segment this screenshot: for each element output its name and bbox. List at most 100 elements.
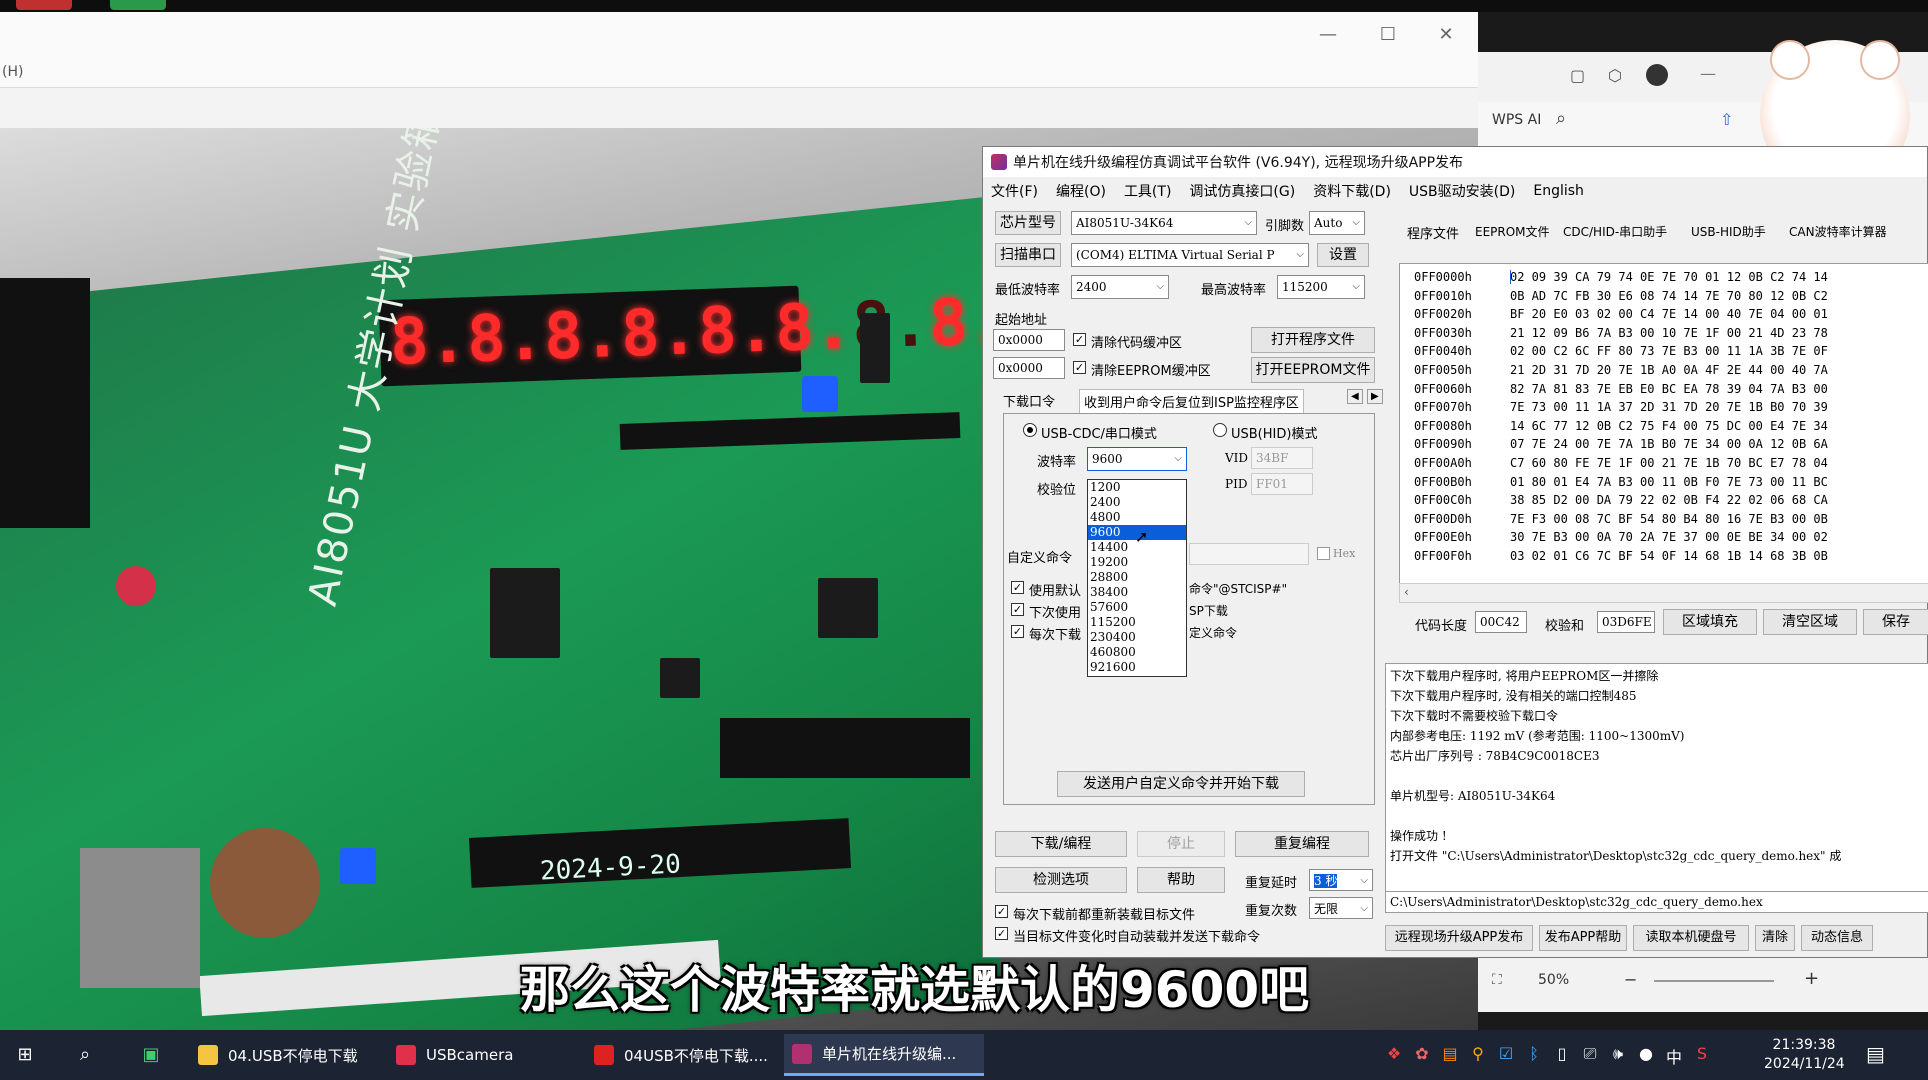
fill-area-button[interactable]: 区域填充: [1663, 609, 1757, 635]
hex-row[interactable]: 0FF0000h 02 09 39 CA 79 74 0E 7E 70 01 12…: [1414, 270, 1928, 289]
repeat-delay-select[interactable]: 3 秒 ⌵: [1309, 869, 1373, 891]
next-use-checkbox[interactable]: ✓: [1011, 603, 1024, 616]
tray-app-icon[interactable]: ✿: [1412, 1044, 1432, 1068]
maximize-button[interactable]: ☐: [1368, 22, 1408, 48]
tray-app-icon[interactable]: ❖: [1384, 1044, 1404, 1068]
search-icon[interactable]: ⌕: [1556, 108, 1566, 129]
ime-indicator[interactable]: 中: [1664, 1044, 1684, 1068]
chip-model-button[interactable]: 芯片型号: [995, 211, 1061, 235]
hex-row[interactable]: 0FF00D0h 7E F3 00 08 7C BF 54 80 B4 80 16…: [1414, 512, 1928, 531]
pid-input[interactable]: FF01: [1251, 473, 1313, 495]
volume-icon[interactable]: 🕪: [1608, 1044, 1628, 1068]
browser-tab-green[interactable]: [110, 0, 166, 10]
help-button[interactable]: 帮助: [1137, 867, 1225, 893]
baud-option[interactable]: 2400: [1088, 495, 1186, 510]
hex-row[interactable]: 0FF0040h 02 00 C2 6C FF 80 73 7E B3 00 11…: [1414, 344, 1928, 363]
baud-option[interactable]: 4800: [1088, 510, 1186, 525]
pin-count-select[interactable]: Auto ⌵: [1309, 211, 1365, 235]
each-download-checkbox[interactable]: ✓: [1011, 625, 1024, 638]
chip-model-select[interactable]: AI8051U-34K64 ⌵: [1071, 211, 1257, 235]
open-program-button[interactable]: 打开程序文件: [1251, 327, 1375, 353]
search-icon[interactable]: ⌕: [72, 1042, 98, 1068]
baud-option[interactable]: 28800: [1088, 570, 1186, 585]
menu-help[interactable]: (H): [2, 64, 23, 80]
tab-download-password[interactable]: 下载口令: [1003, 391, 1055, 410]
download-program-button[interactable]: 下载/编程: [995, 831, 1127, 857]
taskbar-clock[interactable]: 21:39:38 2024/11/24: [1764, 1036, 1845, 1074]
bluetooth-icon[interactable]: ᛒ: [1524, 1044, 1544, 1068]
hex-editor[interactable]: 0FF0000h 02 09 39 CA 79 74 0E 7E 70 01 12…: [1399, 263, 1928, 603]
app-green-icon[interactable]: ▣: [138, 1042, 164, 1068]
hex-row[interactable]: 0FF0050h 21 2D 31 7D 20 7E 1B A0 0A 4F 2E…: [1414, 363, 1928, 382]
hex-row[interactable]: 0FF00B0h 01 80 01 E4 7A B3 00 11 0B F0 7E…: [1414, 475, 1928, 494]
send-custom-command-button[interactable]: 发送用户自定义命令并开始下载: [1057, 771, 1305, 797]
avatar[interactable]: [1646, 64, 1668, 86]
tab-reset-isp[interactable]: 收到用户命令后复位到ISP监控程序区: [1079, 389, 1304, 413]
min-baud-select[interactable]: 2400 ⌵: [1071, 275, 1169, 299]
tab-eeprom-file[interactable]: EEPROM文件: [1475, 223, 1550, 240]
zoom-in-icon[interactable]: +: [1804, 968, 1819, 989]
save-button[interactable]: 保存: [1863, 609, 1928, 635]
tab-program-file[interactable]: 程序文件: [1407, 223, 1459, 242]
hex-row[interactable]: 0FF00C0h 38 85 D2 00 DA 79 22 02 0B F4 22…: [1414, 493, 1928, 512]
file-path-field[interactable]: C:\Users\Administrator\Desktop\stc32g_cd…: [1385, 891, 1928, 913]
baud-option[interactable]: 115200: [1088, 615, 1186, 630]
baud-dropdown-list[interactable]: 1200 2400 4800 9600 14400 19200 28800 38…: [1087, 479, 1187, 677]
reload-each-checkbox[interactable]: ✓: [995, 905, 1008, 918]
menu-debug[interactable]: 调试仿真接口(G): [1189, 181, 1295, 201]
hex-row[interactable]: 0FF00E0h 30 7E B3 00 0A 70 2A 7E 37 00 0E…: [1414, 530, 1928, 549]
scan-port-button[interactable]: 扫描串口: [995, 243, 1061, 267]
menu-english[interactable]: English: [1533, 183, 1584, 199]
check-options-button[interactable]: 检测选项: [995, 867, 1127, 893]
task-wps[interactable]: 04USB不停电下载....: [586, 1034, 776, 1076]
menu-download-docs[interactable]: 资料下载(D): [1313, 181, 1391, 201]
hex-row[interactable]: 0FF0020h BF 20 E0 03 02 00 C4 7E 14 00 40…: [1414, 307, 1928, 326]
stop-button[interactable]: 停止: [1137, 831, 1225, 857]
baud-option[interactable]: 921600: [1088, 660, 1186, 675]
scroll-left-icon[interactable]: ‹: [1404, 585, 1409, 599]
repeat-count-select[interactable]: 无限 ⌵: [1309, 897, 1373, 919]
zoom-slider[interactable]: [1654, 980, 1774, 982]
tab-cdc-hid-serial[interactable]: CDC/HID-串口助手: [1563, 223, 1667, 240]
hex-row[interactable]: 0FF0060h 82 7A 81 83 7E EB E0 BC EA 78 39…: [1414, 382, 1928, 401]
task-isp[interactable]: 单片机在线升级编...: [784, 1034, 984, 1076]
use-default-checkbox[interactable]: ✓: [1011, 581, 1024, 594]
max-baud-select[interactable]: 115200 ⌵: [1277, 275, 1365, 299]
tab-scroll-left-icon[interactable]: ◀: [1347, 389, 1363, 404]
clear-log-button[interactable]: 清除: [1755, 925, 1795, 951]
hex-row[interactable]: 0FF00F0h 03 02 01 C6 7C BF 54 0F 14 68 1B…: [1414, 549, 1928, 568]
zoom-out-icon[interactable]: −: [1624, 970, 1637, 989]
network-icon[interactable]: ⎚: [1580, 1044, 1600, 1068]
hex-row[interactable]: 0FF0090h 07 7E 24 00 7E 7A 1B B0 7E 34 00…: [1414, 437, 1928, 456]
baud-option[interactable]: 38400: [1088, 585, 1186, 600]
baud-option[interactable]: 460800: [1088, 645, 1186, 660]
usb-hid-radio[interactable]: [1213, 423, 1227, 437]
battery-icon[interactable]: ▯: [1552, 1044, 1572, 1068]
tab-can-baud-calc[interactable]: CAN波特率计算器: [1789, 223, 1887, 240]
task-explorer[interactable]: 04.USB不停电下载: [190, 1034, 380, 1076]
sogou-ime-icon[interactable]: S: [1692, 1044, 1712, 1068]
menu-program[interactable]: 编程(O): [1056, 181, 1106, 201]
wps-ai-button[interactable]: WPS AI: [1492, 112, 1541, 128]
baud-option[interactable]: 1200: [1088, 480, 1186, 495]
tray-app-icon[interactable]: ▤: [1440, 1044, 1460, 1068]
browser-tab-red[interactable]: [16, 0, 72, 10]
hex-row[interactable]: 0FF0030h 21 12 09 B6 7A B3 00 10 7E 1F 00…: [1414, 326, 1928, 345]
tray-app-icon[interactable]: ⚲: [1468, 1044, 1488, 1068]
menu-tools[interactable]: 工具(T): [1124, 181, 1171, 201]
task-usbcamera[interactable]: USBcamera: [388, 1034, 578, 1076]
tab-scroll-right-icon[interactable]: ▶: [1367, 389, 1383, 404]
port-select[interactable]: (COM4) ELTIMA Virtual Serial P ⌵: [1071, 243, 1309, 267]
usb-cdc-radio[interactable]: [1023, 423, 1037, 437]
code-address-input[interactable]: 0x0000: [993, 329, 1065, 351]
clear-eeprom-checkbox[interactable]: ✓: [1073, 361, 1086, 374]
minimize-button[interactable]: —: [1308, 22, 1348, 48]
hex-horizontal-scrollbar[interactable]: ‹: [1399, 583, 1928, 603]
tray-app-icon[interactable]: ☑: [1496, 1044, 1516, 1068]
read-disk-id-button[interactable]: 读取本机硬盘号: [1633, 925, 1749, 951]
open-eeprom-button[interactable]: 打开EEPROM文件: [1251, 357, 1375, 383]
microphone-icon[interactable]: ●: [1636, 1044, 1656, 1068]
auto-reload-checkbox[interactable]: ✓: [995, 927, 1008, 940]
hex-row[interactable]: 0FF00A0h C7 60 80 FE 7E 1F 00 21 7E 1B 70…: [1414, 456, 1928, 475]
menu-usb-driver[interactable]: USB驱动安装(D): [1409, 181, 1515, 201]
